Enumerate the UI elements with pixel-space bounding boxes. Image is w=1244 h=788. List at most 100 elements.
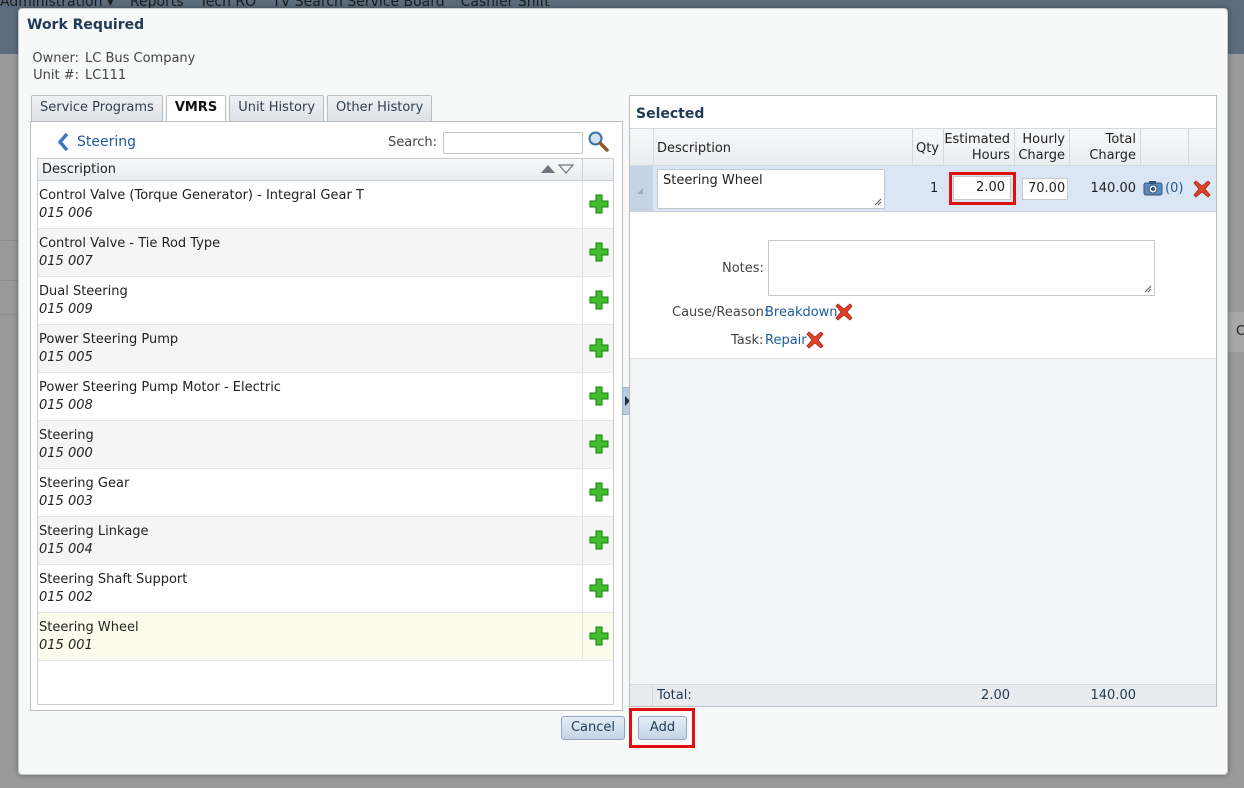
selected-row[interactable]: Steering Wheel 1 2.00 70.00 140.00 (0) [630, 166, 1216, 212]
owner-info: Owner: LC Bus Company [0, 51, 195, 66]
sort-controls [540, 164, 574, 174]
vmrs-row[interactable]: Steering Shaft Support 015 002 [38, 565, 613, 613]
remove-task-x-icon[interactable] [806, 331, 824, 349]
add-cell [582, 373, 613, 421]
cause-reason-link[interactable]: Breakdown [765, 305, 838, 320]
row-handle-icon [637, 188, 643, 194]
hourly-charge-header: Hourly Charge [1014, 129, 1069, 167]
add-plus-icon[interactable] [589, 434, 609, 454]
tab-unit-history[interactable]: Unit History [229, 95, 325, 121]
attachments-header [1140, 129, 1188, 167]
owner-label: Owner: [32, 51, 79, 66]
unit-label: Unit #: [33, 68, 79, 83]
cause-reason-label: Cause/Reason: [672, 305, 769, 320]
add-cell [582, 229, 613, 277]
add-plus-icon[interactable] [589, 242, 609, 262]
breadcrumb-label[interactable]: Steering [77, 134, 136, 150]
vmrs-row[interactable]: Control Valve (Torque Generator) - Integ… [38, 181, 613, 229]
vmrs-row-name: Steering [39, 428, 94, 443]
tab-other-history[interactable]: Other History [327, 95, 433, 121]
description-column-header[interactable]: Description [42, 162, 116, 177]
vmrs-row-name: Steering Wheel [39, 620, 139, 635]
vmrs-row-name: Control Valve - Tie Rod Type [39, 236, 221, 251]
add-plus-icon[interactable] [589, 626, 609, 646]
sort-descending-icon[interactable] [558, 164, 574, 174]
add-plus-icon[interactable] [589, 530, 609, 550]
notes-label: Notes: [722, 261, 764, 276]
owner-value: LC Bus Company [85, 51, 196, 66]
vmrs-row-name: Control Valve (Torque Generator) - Integ… [39, 188, 364, 203]
qty-header: Qty [912, 129, 943, 167]
add-plus-icon[interactable] [589, 482, 609, 502]
vmrs-row-code: 015 009 [39, 302, 93, 317]
row-handle[interactable] [630, 166, 653, 212]
add-plus-icon[interactable] [589, 578, 609, 598]
add-cell [582, 613, 613, 661]
search-label: Search: [388, 135, 438, 150]
add-cell [582, 469, 613, 517]
vmrs-row-code: 015 007 [39, 254, 93, 269]
vmrs-row-code: 015 002 [39, 590, 93, 605]
add-plus-icon[interactable] [589, 386, 609, 406]
breadcrumb[interactable]: Steering [57, 133, 136, 151]
vmrs-panel: Steering Search: Description Control Val… [30, 121, 623, 711]
add-cell [582, 181, 613, 229]
vmrs-row[interactable]: Dual Steering 015 009 [38, 277, 613, 325]
task-link[interactable]: Repair [765, 333, 807, 348]
background-divider [0, 280, 20, 281]
vmrs-row[interactable]: Steering Gear 015 003 [38, 469, 613, 517]
remove-cause-x-icon[interactable] [835, 303, 853, 321]
estimated-hours-header: Estimated Hours [943, 129, 1014, 167]
back-chevron-icon[interactable] [57, 133, 71, 151]
dialog-title: Work Required [27, 17, 145, 33]
vmrs-row[interactable]: Power Steering Pump 015 005 [38, 325, 613, 373]
divider [630, 358, 1216, 359]
add-plus-icon[interactable] [589, 338, 609, 358]
unit-value: LC111 [85, 68, 127, 83]
selected-grid-area: Selected Description Qty Estimated Hours … [630, 96, 1216, 358]
totals-charge: 140.00 [1090, 688, 1137, 703]
vmrs-row-name: Steering Gear [39, 476, 130, 491]
vmrs-row-name: Power Steering Pump [39, 332, 179, 347]
add-cell [582, 277, 613, 325]
selected-title: Selected [636, 106, 705, 122]
description-field[interactable]: Steering Wheel [657, 169, 885, 209]
attachment-count-link[interactable]: (0) [1165, 181, 1183, 196]
cancel-button[interactable]: Cancel [561, 716, 625, 740]
column-separator [582, 159, 583, 181]
description-field-text: Steering Wheel [663, 173, 763, 188]
vmrs-row-code: 015 000 [39, 446, 93, 461]
totals-row: Total: 2.00 140.00 [630, 684, 1216, 706]
vmrs-row-name: Steering Linkage [39, 524, 149, 539]
vmrs-row-code: 015 008 [39, 398, 93, 413]
tab-service-programs[interactable]: Service Programs [31, 95, 163, 121]
delete-x-icon[interactable] [1193, 180, 1211, 198]
hourly-charge-input[interactable]: 70.00 [1022, 178, 1068, 200]
sort-ascending-icon[interactable] [540, 164, 556, 174]
add-plus-icon[interactable] [589, 194, 609, 214]
vmrs-row[interactable]: Power Steering Pump Motor - Electric 015… [38, 373, 613, 421]
task-label: Task: [731, 333, 764, 348]
camera-icon[interactable] [1143, 180, 1163, 196]
resize-grip-icon[interactable] [874, 198, 882, 206]
totals-hours: 2.00 [981, 688, 1010, 703]
background-column-char: C [1236, 324, 1244, 339]
vmrs-row-name: Steering Shaft Support [39, 572, 188, 587]
vmrs-row-code: 015 001 [39, 638, 93, 653]
vmrs-row[interactable]: Steering Linkage 015 004 [38, 517, 613, 565]
highlight-box-add [629, 708, 695, 748]
tab-bar: Service Programs VMRS Unit History Other… [31, 95, 433, 122]
search-icon[interactable] [587, 130, 609, 152]
vmrs-row[interactable]: Steering 015 000 [38, 421, 613, 469]
total-charge-value: 140.00 [1090, 181, 1137, 196]
resize-grip-icon[interactable] [1144, 285, 1152, 293]
vmrs-row-selected[interactable]: Steering Wheel 015 001 [38, 613, 613, 661]
vmrs-row-code: 015 004 [39, 542, 93, 557]
selected-grid-header: Description Qty Estimated Hours Hourly Cha… [630, 128, 1216, 167]
notes-textarea[interactable] [768, 240, 1155, 296]
tab-vmrs[interactable]: VMRS [165, 95, 227, 122]
add-plus-icon[interactable] [589, 290, 609, 310]
highlight-box-hours [949, 172, 1016, 205]
search-input[interactable] [443, 132, 583, 154]
vmrs-row[interactable]: Control Valve - Tie Rod Type 015 007 [38, 229, 613, 277]
